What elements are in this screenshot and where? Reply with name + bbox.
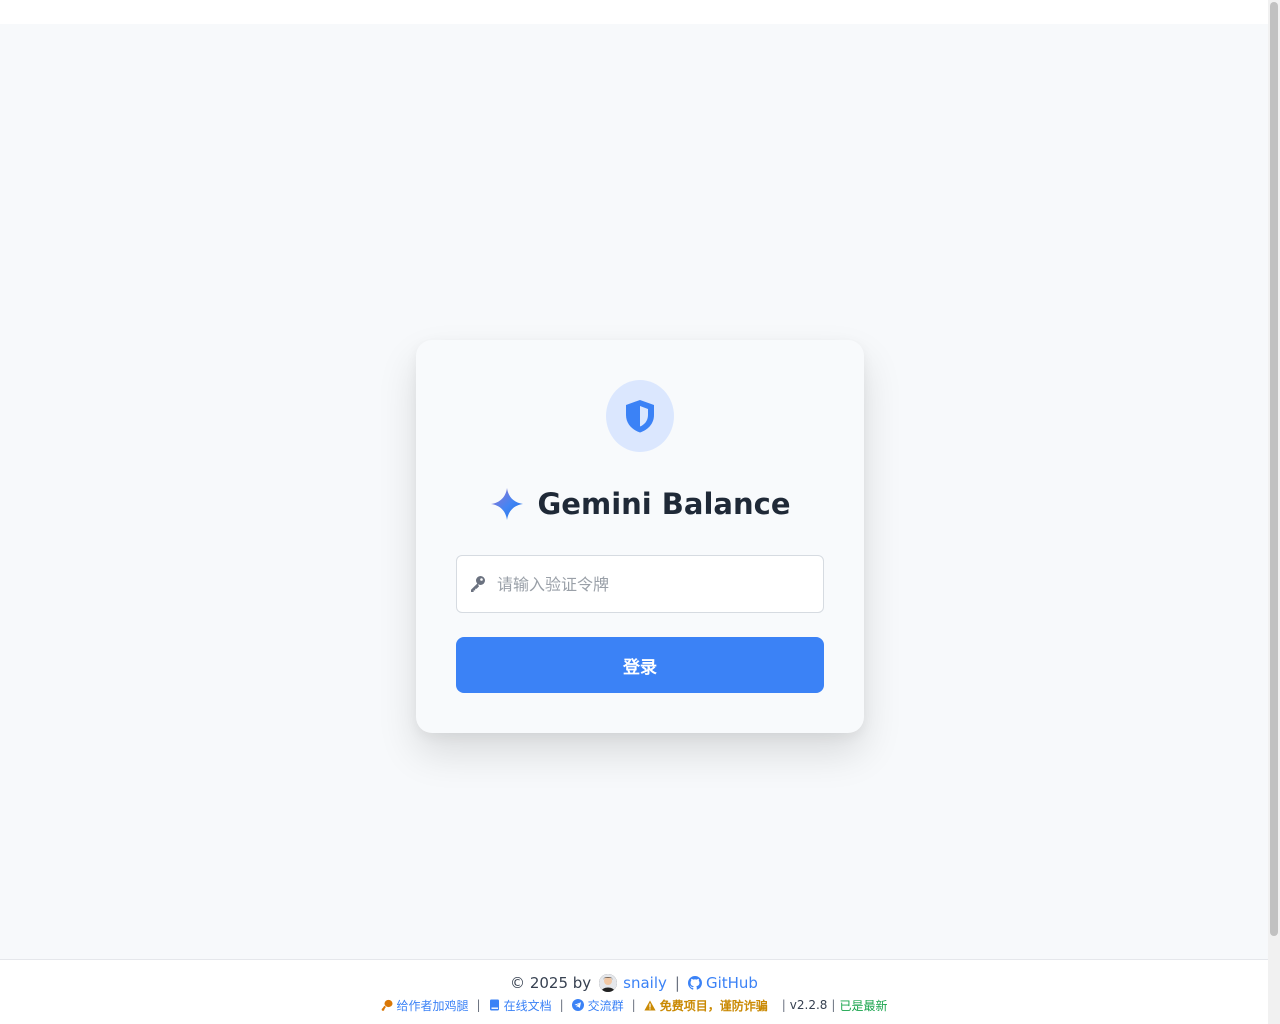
author-link[interactable]: snaily bbox=[623, 974, 667, 992]
version-text: v2.2.8 bbox=[789, 998, 828, 1012]
separator: | bbox=[831, 998, 836, 1012]
footer-links: 给作者加鸡腿 | 在线文档 | 交流群 | 免费项目，谨防诈骗 | v2.2.8… bbox=[0, 996, 1268, 1014]
separator: | bbox=[781, 998, 786, 1012]
token-input[interactable] bbox=[497, 556, 817, 612]
telegram-icon bbox=[571, 999, 584, 1011]
scrollbar-thumb[interactable] bbox=[1270, 2, 1278, 936]
key-icon bbox=[471, 576, 485, 592]
warning-icon bbox=[644, 1000, 656, 1010]
github-label: GitHub bbox=[705, 974, 758, 992]
footer-credits: © 2025 by snaily | GitHub bbox=[0, 973, 1268, 993]
shield-badge bbox=[606, 380, 674, 452]
login-card: Gemini Balance 登录 bbox=[416, 340, 864, 733]
app-title: Gemini Balance bbox=[537, 487, 791, 521]
gemini-sparkle-icon bbox=[490, 488, 523, 520]
author-avatar bbox=[599, 974, 618, 992]
docs-link[interactable]: 在线文档 bbox=[489, 997, 552, 1014]
footer: © 2025 by snaily | GitHub 给作者加鸡腿 | 在线文档 … bbox=[0, 959, 1268, 1024]
docs-label: 在线文档 bbox=[503, 998, 552, 1013]
copyright-text: © 2025 by bbox=[510, 974, 592, 992]
top-bar bbox=[0, 0, 1268, 24]
separator: | bbox=[631, 998, 636, 1012]
update-status: 已是最新 bbox=[839, 998, 888, 1013]
drumstick-icon bbox=[381, 999, 393, 1011]
donate-link[interactable]: 给作者加鸡腿 bbox=[381, 997, 469, 1014]
donate-label: 给作者加鸡腿 bbox=[396, 998, 469, 1013]
community-link[interactable]: 交流群 bbox=[571, 997, 624, 1014]
shield-icon bbox=[626, 400, 654, 433]
warning-label: 免费项目，谨防诈骗 bbox=[659, 998, 768, 1013]
github-link[interactable]: GitHub bbox=[687, 974, 758, 992]
separator: | bbox=[476, 998, 481, 1012]
separator: | bbox=[674, 974, 680, 992]
book-icon bbox=[489, 999, 499, 1011]
github-icon bbox=[687, 976, 702, 990]
token-field[interactable] bbox=[456, 555, 824, 613]
community-label: 交流群 bbox=[587, 998, 624, 1013]
avatar bbox=[599, 974, 618, 992]
title-row: Gemini Balance bbox=[416, 484, 864, 524]
login-page: Gemini Balance 登录 © 2025 by snaily | Git… bbox=[0, 0, 1280, 1024]
separator: | bbox=[559, 998, 564, 1012]
scam-warning: 免费项目，谨防诈骗 bbox=[644, 997, 768, 1014]
login-button[interactable]: 登录 bbox=[456, 637, 824, 693]
